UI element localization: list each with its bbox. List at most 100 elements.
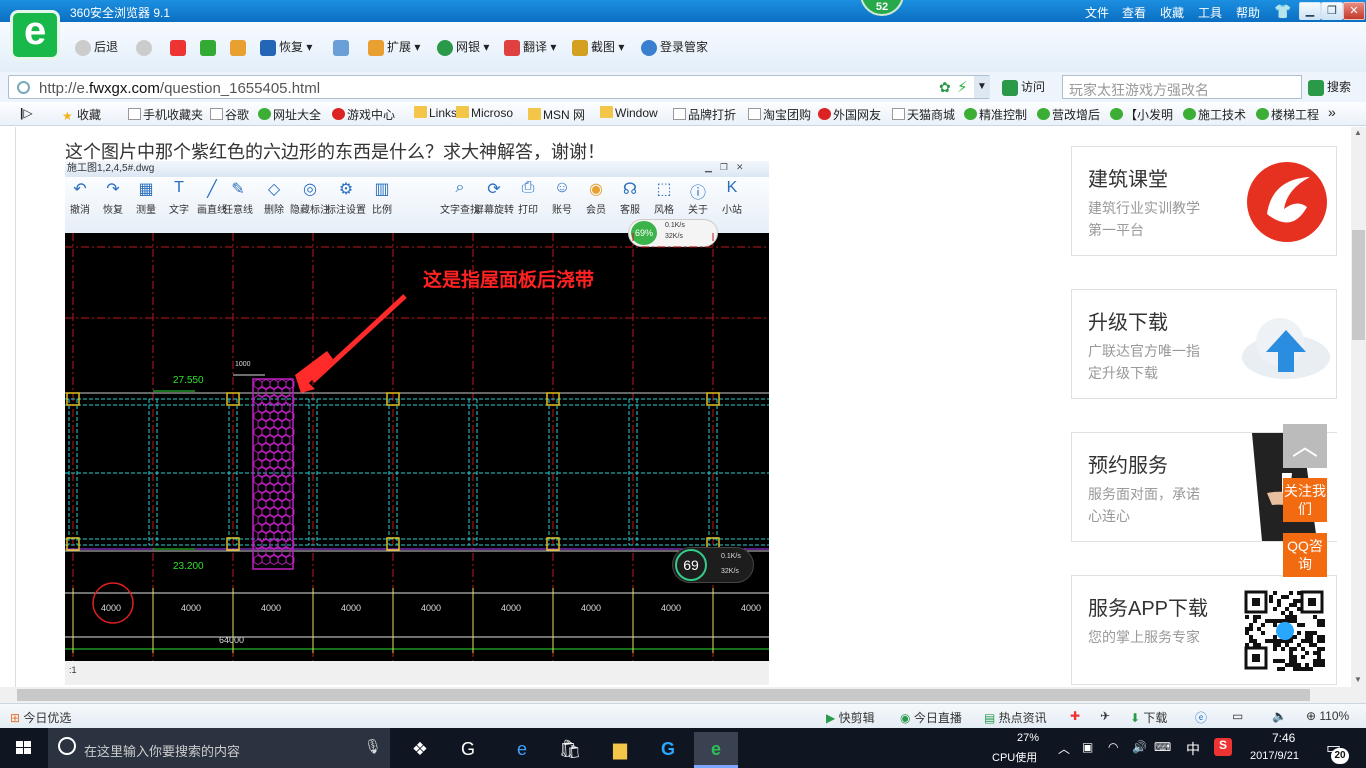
favorite-item[interactable]: 天猫商城 [892,106,955,123]
daily-picks[interactable]: ⊞ 今日优选 [10,709,71,726]
favorite-item[interactable]: Links [414,106,457,120]
menu-view[interactable]: 查看 [1122,4,1146,21]
glodon-app-icon[interactable]: G [646,732,690,766]
ime-indicator[interactable]: 中 [1186,739,1200,759]
visit-button[interactable]: 访问 [1002,75,1045,99]
screenshot-button[interactable]: 截图 ▾ [572,36,624,58]
cad-tool-icon[interactable]: ✎ [218,179,258,199]
tray-app-icon[interactable]: ▣ [1082,740,1093,754]
search-input[interactable]: 玩家太狂游戏方强改名 [1062,75,1302,99]
cad-tool-label[interactable]: 小站 [712,201,752,216]
clock-date[interactable]: 2017/9/21 [1250,750,1299,762]
minimize-button[interactable]: ▁ [1299,2,1321,20]
favorite-item[interactable]: ★ 收藏 [62,106,101,123]
tray-up-icon[interactable]: ︿ [1058,740,1070,757]
cad-tool-icon[interactable]: ◎ [290,179,330,199]
url-field[interactable]: http://e.fwxgx.com/question_1655405.html… [8,75,990,99]
favorite-item[interactable]: 外国网友 [818,106,881,123]
task-view-icon[interactable]: ❖ [398,732,442,766]
favorite-item[interactable]: 楼梯工程 [1256,106,1319,123]
360-browser-icon[interactable]: e [694,732,738,766]
volume-tray-icon[interactable]: 🔊 [1132,740,1147,754]
cad-tool-icon[interactable]: ▥ [362,179,402,199]
cad-tool-icon[interactable]: ⚙ [326,179,366,199]
favorite-item[interactable]: 淘宝团购 [748,106,811,123]
favorite-item[interactable]: 游戏中心 [332,106,395,123]
window-icon[interactable]: ▭ [1232,709,1243,723]
card-service-app[interactable]: 服务APP下载 您的掌上服务专家 [1071,575,1337,685]
card-building-class[interactable]: 建筑课堂 建筑行业实训教学第一平台 [1071,146,1337,256]
back-button[interactable]: 后退 [75,36,118,58]
wifi-icon[interactable]: ◠ [1108,740,1118,754]
restore-button[interactable]: 恢复 ▾ [260,36,312,58]
status-live[interactable]: ◉ 今日直播 [900,709,962,726]
favorite-item[interactable]: MSN 网 [528,106,585,123]
horizontal-scroll-thumb[interactable] [17,689,1310,701]
sogou-icon[interactable]: S [1214,738,1232,756]
explorer-icon[interactable]: ▆ [598,732,642,766]
qq-consult-button[interactable]: QQ咨询 [1283,533,1327,577]
menu-tools[interactable]: 工具 [1198,4,1222,21]
stop-button[interactable] [170,36,189,58]
maximize-button[interactable]: ❐ [1321,2,1343,20]
volume-icon[interactable]: 🔈 [1272,709,1287,723]
url-dropdown-icon[interactable]: ▼ [974,76,990,98]
app-swirl-icon[interactable]: G [446,732,490,766]
close-button[interactable]: ✕ [1343,2,1365,20]
translate-button[interactable]: 翻译 ▾ [504,36,556,58]
menu-file[interactable]: 文件 [1085,4,1109,21]
card-upgrade-download[interactable]: 升级下载 广联达官方唯一指定升级下载 [1071,289,1337,399]
keyboard-icon[interactable]: ⌨ [1154,740,1171,754]
extend-button[interactable]: 扩展 ▾ [368,36,420,58]
cad-tool-icon[interactable]: ◇ [254,179,294,199]
follow-us-button[interactable]: 关注我们 [1283,478,1327,522]
favorite-item[interactable]: 施工技术 [1183,106,1246,123]
favorite-item[interactable]: 品牌打折 [673,106,736,123]
menu-favorites[interactable]: 收藏 [1160,4,1184,21]
secure-icon[interactable]: ✿ [939,79,951,96]
vertical-scrollbar[interactable] [1351,127,1366,687]
mobile-button[interactable] [333,36,352,58]
pin-icon[interactable]: ✈ [1100,709,1110,723]
favorite-item[interactable]: 谷歌 [210,106,249,123]
store-icon[interactable]: 🛍 [548,732,592,766]
microphone-icon[interactable]: 🎙 [364,738,382,755]
security-icon[interactable]: ✚ [1070,709,1080,723]
favorite-item[interactable]: Microso [456,106,513,120]
cad-tool-label[interactable]: 删除 [254,201,294,216]
search-button[interactable]: 搜索 [1308,75,1351,99]
cad-tool-icon[interactable]: K [712,179,752,197]
clock-time[interactable]: 7:46 [1272,731,1295,745]
forward-button[interactable] [136,36,155,58]
login-manager-button[interactable]: 登录管家 [641,36,708,58]
zoom-level[interactable]: ⊕ 110% [1306,709,1349,723]
status-news[interactable]: ▤ 热点资讯 [984,709,1047,726]
lightning-icon[interactable]: ⚡ [957,78,968,96]
back-to-top-button[interactable]: ︿ [1283,424,1327,468]
favorite-item[interactable]: 网址大全 [258,106,321,123]
sidebar-toggle-icon[interactable]: |▷ [20,106,33,120]
scroll-up-icon[interactable]: ▲ [1354,128,1362,137]
status-download[interactable]: ⬇ 下载 [1130,709,1167,726]
ie-icon[interactable]: ⓔ [1195,709,1207,726]
favorite-item[interactable]: 手机收藏夹 [128,106,203,123]
favorite-item[interactable]: 精准控制 [964,106,1027,123]
refresh-button[interactable] [200,36,219,58]
cad-tool-label[interactable]: 隐藏标注 [290,201,330,216]
menu-help[interactable]: 帮助 [1236,4,1260,21]
shirt-icon[interactable]: 👕 [1274,3,1291,20]
bank-button[interactable]: 网银 ▾ [437,36,489,58]
cad-tool-label[interactable]: 比例 [362,201,402,216]
status-quick-edit[interactable]: ▶ 快剪辑 [826,709,875,726]
scroll-down-icon[interactable]: ▼ [1354,675,1362,684]
browser-logo-icon[interactable] [10,9,60,60]
favorite-item[interactable]: 【小发明 [1110,106,1173,123]
vertical-scroll-thumb[interactable] [1352,230,1365,340]
cad-tool-label[interactable]: 任意线 [218,201,258,216]
cad-tool-label[interactable]: 标注设置 [326,201,366,216]
favorite-item[interactable]: 营改增后 [1037,106,1100,123]
favorite-item[interactable]: Window [600,106,658,120]
more-favorites-icon[interactable]: » [1328,104,1336,120]
edge-icon[interactable]: e [500,732,544,766]
home-button[interactable] [230,36,249,58]
